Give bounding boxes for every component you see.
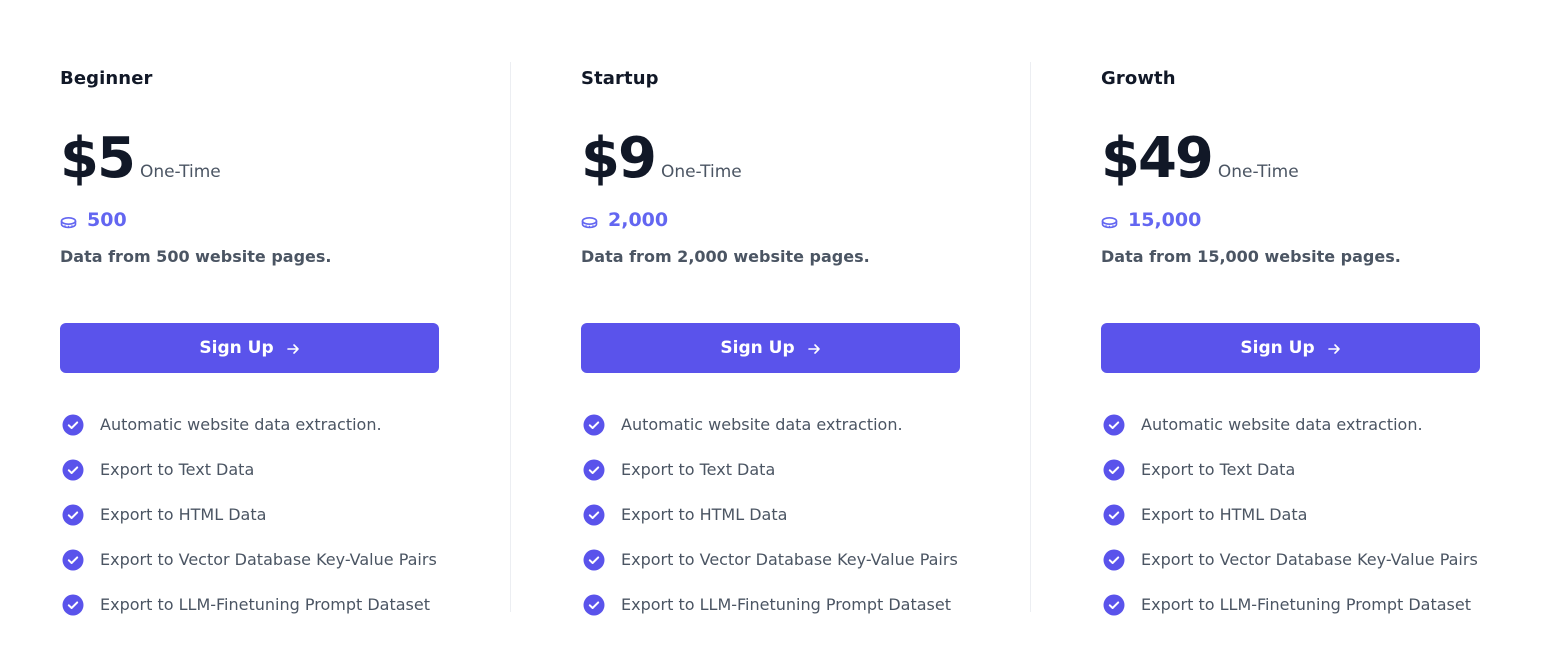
feature-item: Export to HTML Data xyxy=(1101,492,1478,537)
check-circle-icon xyxy=(62,549,84,571)
feature-item: Export to Text Data xyxy=(60,447,437,492)
price-row: $49 One-Time xyxy=(1101,124,1299,194)
feature-text: Automatic website data extraction. xyxy=(100,415,382,434)
feature-item: Export to LLM-Finetuning Prompt Dataset xyxy=(1101,582,1478,627)
credits: 2,000 xyxy=(581,209,668,231)
price-row: $5 One-Time xyxy=(60,124,221,194)
feature-text: Export to HTML Data xyxy=(1141,505,1308,524)
feature-list: Automatic website data extraction. Expor… xyxy=(60,402,437,627)
feature-item: Export to LLM-Finetuning Prompt Dataset xyxy=(60,582,437,627)
credits-amount: 500 xyxy=(87,209,127,231)
check-circle-icon xyxy=(583,594,605,616)
feature-text: Export to Vector Database Key-Value Pair… xyxy=(100,550,437,569)
plan-price: $9 xyxy=(581,126,657,191)
plan-name: Beginner xyxy=(60,68,153,89)
feature-text: Export to LLM-Finetuning Prompt Dataset xyxy=(1141,595,1472,614)
coin-icon xyxy=(60,213,77,229)
plan-description: Data from 500 website pages. xyxy=(60,247,332,266)
check-circle-icon xyxy=(583,504,605,526)
sign-up-button[interactable]: Sign Up xyxy=(60,323,439,373)
credits-amount: 2,000 xyxy=(608,209,669,231)
pricing-plans: Beginner $5 One-Time 500 Data from 500 w… xyxy=(0,0,1544,662)
sign-up-button[interactable]: Sign Up xyxy=(581,323,960,373)
sign-up-label: Sign Up xyxy=(199,338,274,358)
check-circle-icon xyxy=(1103,549,1125,571)
feature-item: Export to Vector Database Key-Value Pair… xyxy=(581,537,958,582)
feature-text: Export to Text Data xyxy=(1141,460,1296,479)
feature-item: Export to HTML Data xyxy=(581,492,958,537)
plan-divider xyxy=(1030,62,1031,612)
feature-list: Automatic website data extraction. Expor… xyxy=(581,402,958,627)
feature-item: Export to Text Data xyxy=(581,447,958,492)
check-circle-icon xyxy=(62,594,84,616)
price-row: $9 One-Time xyxy=(581,124,742,194)
check-circle-icon xyxy=(583,414,605,436)
check-circle-icon xyxy=(583,459,605,481)
feature-text: Automatic website data extraction. xyxy=(621,415,903,434)
check-circle-icon xyxy=(62,504,84,526)
sign-up-label: Sign Up xyxy=(720,338,795,358)
plan-description: Data from 15,000 website pages. xyxy=(1101,247,1401,266)
check-circle-icon xyxy=(1103,594,1125,616)
check-circle-icon xyxy=(1103,414,1125,436)
check-circle-icon xyxy=(583,549,605,571)
feature-text: Export to HTML Data xyxy=(621,505,788,524)
feature-text: Export to Vector Database Key-Value Pair… xyxy=(621,550,958,569)
billing-period: One-Time xyxy=(660,162,742,182)
feature-text: Export to Vector Database Key-Value Pair… xyxy=(1141,550,1478,569)
feature-item: Automatic website data extraction. xyxy=(1101,402,1478,447)
feature-item: Export to LLM-Finetuning Prompt Dataset xyxy=(581,582,958,627)
check-circle-icon xyxy=(62,459,84,481)
arrow-right-icon xyxy=(286,341,300,355)
pricing-card-startup: Startup $9 One-Time 2,000 Data from 2,00… xyxy=(581,62,1021,615)
credits-amount: 15,000 xyxy=(1128,209,1202,231)
feature-item: Export to Vector Database Key-Value Pair… xyxy=(60,537,437,582)
feature-text: Export to Text Data xyxy=(100,460,255,479)
coin-icon xyxy=(581,213,598,229)
feature-item: Export to Text Data xyxy=(1101,447,1478,492)
feature-text: Export to LLM-Finetuning Prompt Dataset xyxy=(100,595,431,614)
sign-up-label: Sign Up xyxy=(1240,338,1315,358)
billing-period: One-Time xyxy=(1217,162,1299,182)
coin-icon xyxy=(1101,213,1118,229)
pricing-card-beginner: Beginner $5 One-Time 500 Data from 500 w… xyxy=(60,62,500,615)
feature-list: Automatic website data extraction. Expor… xyxy=(1101,402,1478,627)
billing-period: One-Time xyxy=(139,162,221,182)
feature-item: Automatic website data extraction. xyxy=(581,402,958,447)
credits: 500 xyxy=(60,209,127,231)
arrow-right-icon xyxy=(807,341,821,355)
sign-up-button[interactable]: Sign Up xyxy=(1101,323,1480,373)
plan-name: Growth xyxy=(1101,68,1176,89)
plan-divider xyxy=(510,62,511,612)
check-circle-icon xyxy=(1103,504,1125,526)
plan-price: $5 xyxy=(60,126,136,191)
plan-price: $49 xyxy=(1101,126,1214,191)
feature-item: Export to Vector Database Key-Value Pair… xyxy=(1101,537,1478,582)
check-circle-icon xyxy=(1103,459,1125,481)
feature-text: Export to HTML Data xyxy=(100,505,267,524)
plan-description: Data from 2,000 website pages. xyxy=(581,247,870,266)
feature-item: Export to HTML Data xyxy=(60,492,437,537)
credits: 15,000 xyxy=(1101,209,1201,231)
feature-text: Export to LLM-Finetuning Prompt Dataset xyxy=(621,595,952,614)
check-circle-icon xyxy=(62,414,84,436)
feature-text: Automatic website data extraction. xyxy=(1141,415,1423,434)
pricing-card-growth: Growth $49 One-Time 15,000 Data from 15,… xyxy=(1101,62,1541,615)
plan-name: Startup xyxy=(581,68,659,89)
feature-text: Export to Text Data xyxy=(621,460,776,479)
feature-item: Automatic website data extraction. xyxy=(60,402,437,447)
arrow-right-icon xyxy=(1327,341,1341,355)
